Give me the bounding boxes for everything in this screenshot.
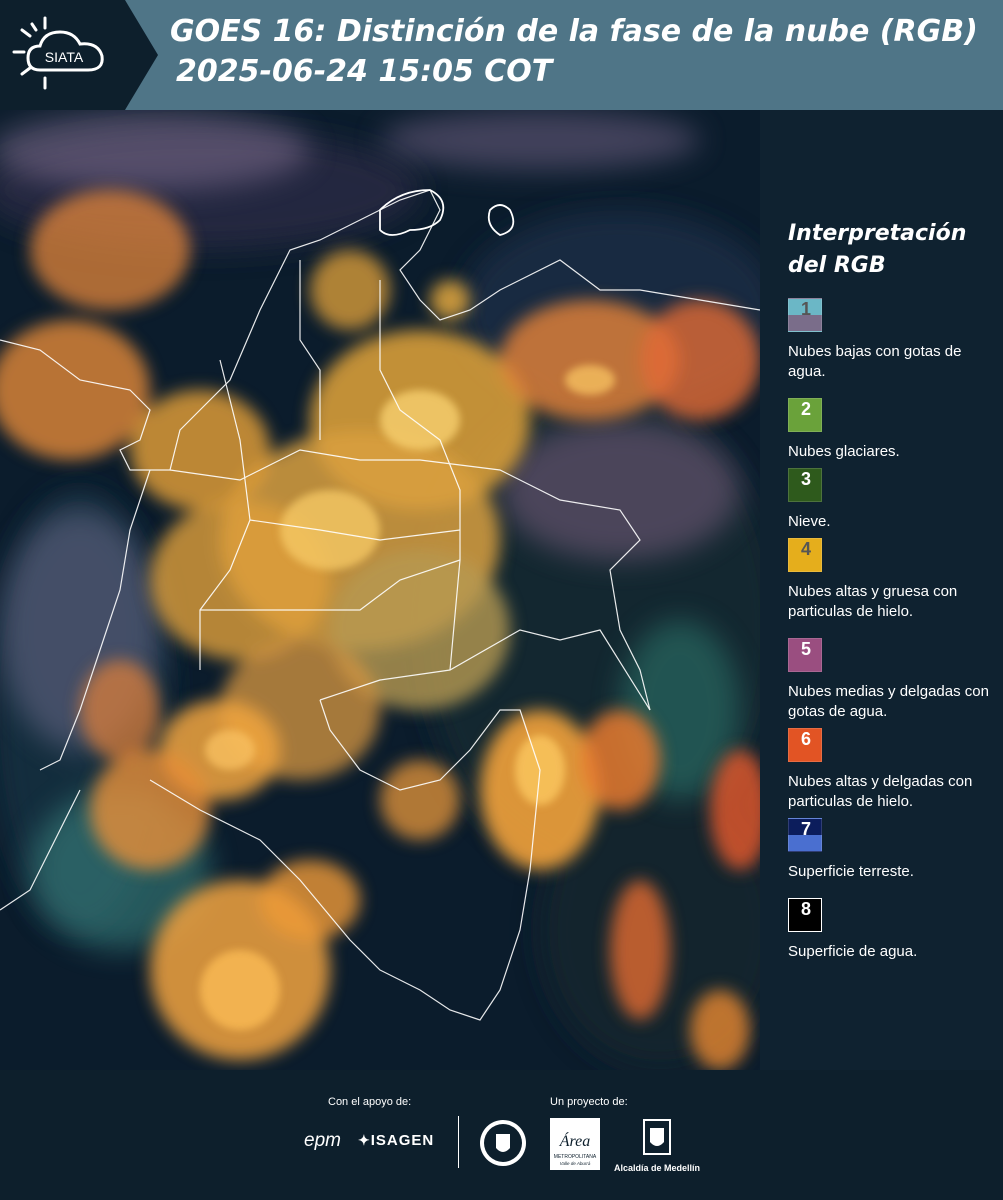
legend-number: 2 bbox=[800, 399, 811, 419]
legend-label: Superficie terreste. bbox=[788, 863, 914, 880]
legend-item: 5 Nubes medias y delgadas con gotas de ag… bbox=[788, 638, 998, 722]
legend-item: 3 Nieve. bbox=[788, 468, 998, 532]
area-sub2: Valle de Aburrá bbox=[560, 1161, 591, 1166]
legend-panel: Interpretación del RGB 1 Nubes bajas con … bbox=[760, 110, 1003, 1070]
alcaldia-logo: Alcaldía de Medellín bbox=[612, 1118, 702, 1173]
legend-label: Nubes glaciares. bbox=[788, 443, 900, 460]
legend-item: 6 Nubes altas y delgadas con particulas d… bbox=[788, 728, 998, 812]
legend-swatch: 7 bbox=[788, 818, 822, 852]
legend-swatch: 6 bbox=[788, 728, 822, 762]
legend-label: Nubes bajas con gotas de agua. bbox=[788, 343, 962, 380]
isagen-logo: ✦ISAGEN bbox=[358, 1132, 435, 1149]
legend-item: 8 Superficie de agua. bbox=[788, 898, 998, 962]
siata-logo: SIATA bbox=[0, 0, 160, 110]
project-label: Un proyecto de: bbox=[550, 1096, 628, 1108]
legend-label: Superficie de agua. bbox=[788, 943, 918, 960]
legend-swatch: 3 bbox=[788, 468, 822, 502]
legend-label: Nubes medias y delgadas con gotas de agu… bbox=[788, 683, 989, 720]
isagen-text: ISAGEN bbox=[370, 1132, 435, 1149]
coat-of-arms-icon bbox=[643, 1119, 671, 1155]
page-title: GOES 16: Distinción de la fase de la nub… bbox=[170, 14, 978, 49]
legend-swatch: 1 bbox=[788, 298, 822, 332]
legend-item: 7 Superficie terreste. bbox=[788, 818, 998, 882]
epm-logo: epm bbox=[304, 1130, 341, 1151]
footer: Con el apoyo de: Un proyecto de: epm ✦IS… bbox=[0, 1070, 1003, 1200]
legend-item: 4 Nubes altas y gruesa con particulas de … bbox=[788, 538, 998, 622]
legend-swatch: 5 bbox=[788, 638, 822, 672]
legend-title: Interpretación del RGB bbox=[788, 221, 967, 278]
legend-label: Nubes altas y gruesa con particulas de h… bbox=[788, 583, 958, 620]
area-name: Área bbox=[559, 1131, 591, 1150]
legend-label: Nubes altas y delgadas con particulas de… bbox=[788, 773, 973, 810]
legend-number: 6 bbox=[800, 729, 811, 749]
legend-item: 1 Nubes bajas con gotas de agua. bbox=[788, 298, 998, 382]
support-label: Con el apoyo de: bbox=[328, 1096, 412, 1108]
legend-number: 3 bbox=[800, 469, 811, 489]
legend-swatch: 8 bbox=[788, 898, 822, 932]
alcaldia-text: Alcaldía de Medellín bbox=[613, 1163, 701, 1173]
legend-number: 8 bbox=[800, 899, 811, 919]
legend-item: 2 Nubes glaciares. bbox=[788, 398, 998, 462]
university-seal-icon bbox=[478, 1118, 528, 1173]
legend-number: 7 bbox=[800, 819, 811, 839]
legend-number: 1 bbox=[800, 299, 811, 319]
satellite-image bbox=[0, 110, 760, 1070]
page-timestamp: 2025-06-24 15:05 COT bbox=[176, 54, 553, 89]
legend-label: Nieve. bbox=[788, 513, 831, 530]
siata-logo-text: SIATA bbox=[45, 49, 84, 65]
area-metropolitana-logo: Área METROPOLITANA Valle de Aburrá bbox=[550, 1118, 600, 1175]
footer-divider bbox=[458, 1116, 459, 1168]
legend-swatch: 2 bbox=[788, 398, 822, 432]
area-sub: METROPOLITANA bbox=[554, 1154, 597, 1160]
legend-number: 4 bbox=[800, 539, 811, 559]
legend-number: 5 bbox=[800, 639, 811, 659]
header: SIATA GOES 16: Distinción de la fase de … bbox=[0, 0, 1003, 110]
legend-swatch: 4 bbox=[788, 538, 822, 572]
